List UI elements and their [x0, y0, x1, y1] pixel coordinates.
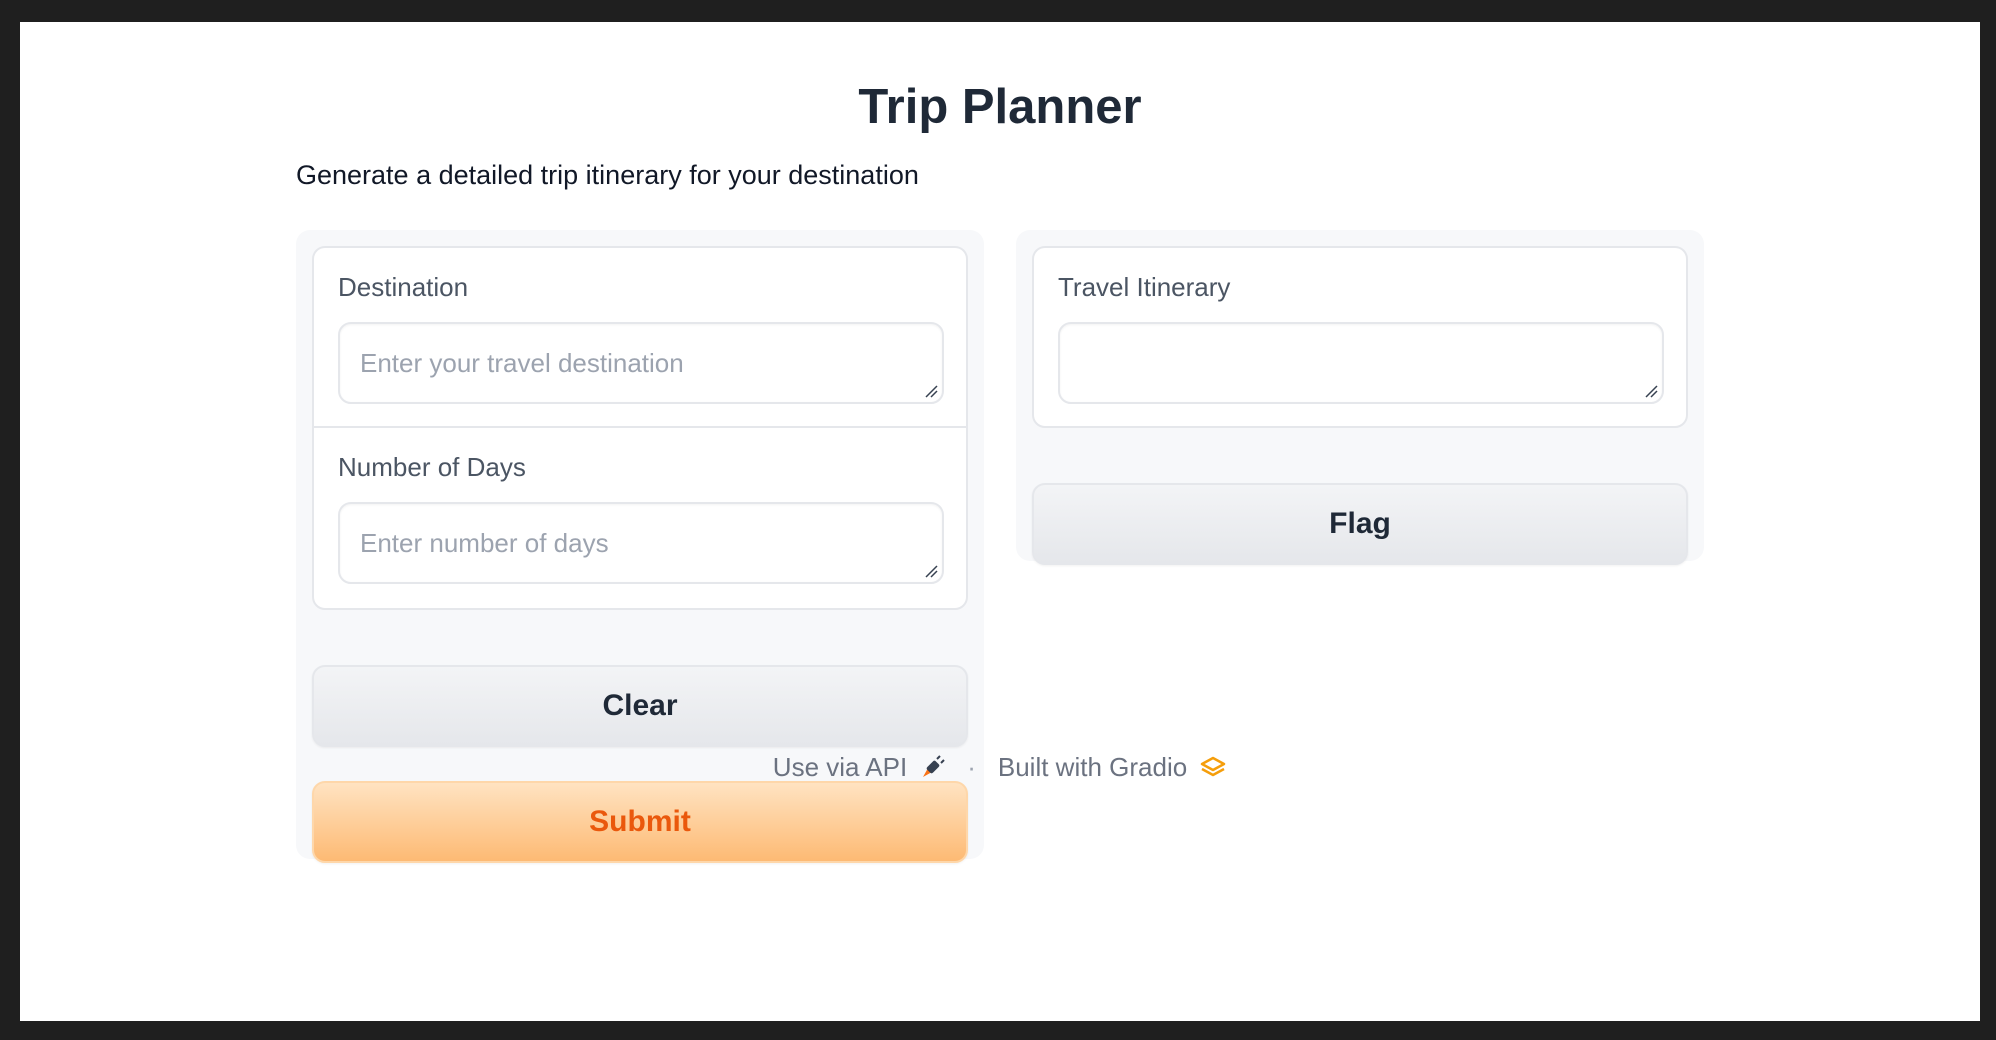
- destination-input[interactable]: [340, 324, 942, 402]
- submit-button[interactable]: Submit: [312, 781, 968, 863]
- itinerary-textbox: [1058, 322, 1664, 404]
- page-description: Generate a detailed trip itinerary for y…: [296, 160, 919, 190]
- use-via-api-link[interactable]: Use via API: [773, 752, 945, 783]
- input-form: Destination Number of Days: [312, 246, 968, 610]
- gradio-logo-icon: [1199, 755, 1227, 781]
- output-column: Travel Itinerary Flag: [1016, 230, 1704, 565]
- use-via-api-label: Use via API: [772, 752, 908, 782]
- clear-button[interactable]: Clear: [312, 665, 968, 747]
- rocket-icon: [919, 754, 945, 781]
- built-with-gradio-link[interactable]: Built with Gradio: [998, 752, 1227, 783]
- destination-label: Destination: [338, 272, 469, 302]
- resize-handle-icon[interactable]: [922, 562, 938, 578]
- itinerary-field-group: Travel Itinerary: [1034, 248, 1686, 426]
- app-window: Trip Planner Generate a detailed trip it…: [20, 22, 1980, 1021]
- destination-textbox: [338, 322, 944, 404]
- days-input[interactable]: [340, 504, 942, 582]
- built-with-gradio-label: Built with Gradio: [997, 752, 1188, 782]
- itinerary-label: Travel Itinerary: [1058, 272, 1231, 302]
- days-textbox: [338, 502, 944, 584]
- resize-handle-icon[interactable]: [1642, 382, 1658, 398]
- days-field-group: Number of Days: [314, 428, 966, 608]
- destination-field-group: Destination: [314, 248, 966, 428]
- resize-handle-icon[interactable]: [922, 382, 938, 398]
- footer: Use via API · Built with Gradio: [20, 752, 1980, 783]
- days-label: Number of Days: [338, 452, 526, 482]
- page-title: Trip Planner: [858, 80, 1142, 134]
- output-block: Travel Itinerary: [1032, 246, 1688, 428]
- footer-separator: ·: [967, 752, 976, 782]
- flag-button[interactable]: Flag: [1032, 483, 1688, 565]
- itinerary-output[interactable]: [1060, 324, 1662, 402]
